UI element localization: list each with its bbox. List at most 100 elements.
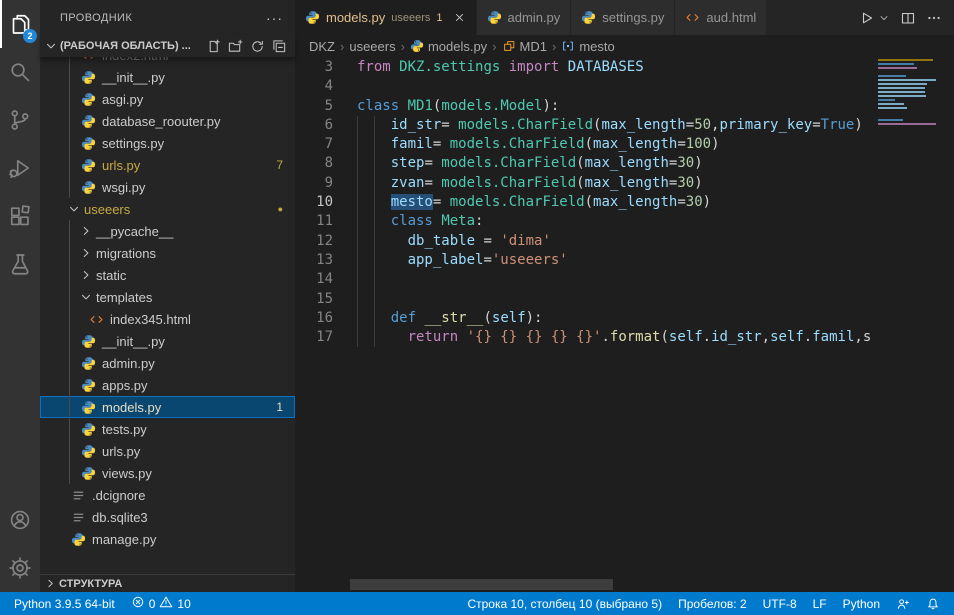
tree-folder-__pycache__[interactable]: __pycache__ (40, 220, 295, 242)
breadcrumb-item-DKZ[interactable]: DKZ (309, 39, 335, 54)
language-mode-status[interactable]: Python (837, 592, 886, 615)
problems-status[interactable]: 0 10 (125, 592, 197, 615)
extensions-icon (8, 204, 32, 228)
tree-item-urls.py[interactable]: urls.py (40, 440, 295, 462)
tree-item-label: apps.py (102, 378, 148, 393)
close-icon[interactable] (453, 11, 466, 24)
split-editor-button[interactable] (900, 10, 916, 26)
tab-aud.html[interactable]: aud.html (675, 0, 767, 35)
breadcrumb-separator: › (338, 39, 346, 54)
activity-bar-explorer[interactable]: 2 (0, 0, 40, 48)
code-text: from DKZ.settings import DATABASES (357, 58, 644, 77)
problems-count-badge: 7 (276, 158, 283, 172)
code-line-3[interactable]: 3from DKZ.settings import DATABASES (295, 58, 954, 77)
code-line-13[interactable]: 13 app_label='useeers' (295, 251, 954, 270)
workspace-label: (РАБОЧАЯ ОБЛАСТЬ) ... (60, 40, 206, 52)
new-folder-button[interactable] (228, 39, 243, 54)
code-line-4[interactable]: 4 (295, 77, 954, 96)
tab-admin.py[interactable]: admin.py (477, 0, 572, 35)
code-line-6[interactable]: 6 id_str= models.CharField(max_length=50… (295, 116, 954, 135)
horizontal-scrollbar[interactable] (350, 579, 613, 590)
notifications-bell-icon[interactable] (920, 592, 946, 615)
encoding-status[interactable]: UTF-8 (757, 592, 803, 615)
indent-guide (357, 116, 358, 135)
tree-item-wsgi.py[interactable]: wsgi.py (40, 176, 295, 198)
collapse-folders-button[interactable] (272, 39, 287, 54)
cursor-position-status[interactable]: Строка 10, столбец 10 (выбрано 5) (461, 592, 668, 615)
activity-bar-extensions[interactable] (0, 192, 40, 240)
code-line-10[interactable]: 10 mesto= models.CharField(max_length=30… (295, 193, 954, 212)
indent-guide (357, 270, 358, 289)
run-button[interactable] (858, 10, 874, 26)
code-text: db_table = 'dima' (357, 232, 551, 251)
activity-bar-search[interactable] (0, 48, 40, 96)
indentation-status[interactable]: Пробелов: 2 (672, 592, 753, 615)
feedback-icon[interactable] (890, 592, 916, 615)
code-line-15[interactable]: 15 (295, 290, 954, 309)
tab-settings.py[interactable]: settings.py (571, 0, 675, 35)
tree-item-apps.py[interactable]: apps.py (40, 374, 295, 396)
tree-item-__init__.py[interactable]: __init__.py (40, 330, 295, 352)
tab-description: useeers (391, 12, 430, 24)
tree-item-admin.py[interactable]: admin.py (40, 352, 295, 374)
code-line-17[interactable]: 17 return '{} {} {} {} {}'.format(self.i… (295, 328, 954, 347)
tree-item-.dcignore[interactable]: .dcignore (40, 484, 295, 506)
python-file-icon (80, 157, 96, 173)
code-line-5[interactable]: 5class MD1(models.Model): (295, 97, 954, 116)
tree-item-asgi.py[interactable]: asgi.py (40, 88, 295, 110)
tree-item-db.sqlite3[interactable]: db.sqlite3 (40, 506, 295, 528)
code-line-9[interactable]: 9 zvan= models.CharField(max_length=30) (295, 174, 954, 193)
tree-item-label: tests.py (102, 422, 147, 437)
line-number: 5 (295, 97, 333, 116)
activity-bar-source-control[interactable] (0, 96, 40, 144)
tree-item-models.py[interactable]: models.py1 (40, 396, 295, 418)
code-line-11[interactable]: 11 class Meta: (295, 212, 954, 231)
breadcrumb-item-mesto[interactable]: mesto (561, 39, 614, 54)
new-file-button[interactable] (206, 39, 221, 54)
tree-item-index2.html[interactable]: index2.html (40, 57, 295, 66)
explorer-more-actions-button[interactable]: ··· (266, 10, 283, 26)
eol-status[interactable]: LF (807, 592, 833, 615)
tree-folder-templates[interactable]: templates (40, 286, 295, 308)
python-interpreter-status[interactable]: Python 3.9.5 64-bit (8, 592, 121, 615)
tree-item-settings.py[interactable]: settings.py (40, 132, 295, 154)
tree-item-database_roouter.py[interactable]: database_roouter.py (40, 110, 295, 132)
tree-folder-useeers[interactable]: useeers● (40, 198, 295, 220)
line-number: 8 (295, 154, 333, 173)
tree-item-manage.py[interactable]: manage.py (40, 528, 295, 550)
tree-item-index345.html[interactable]: index345.html (40, 308, 295, 330)
python-file-icon (80, 421, 96, 437)
breadcrumb-item-MD1[interactable]: MD1 (502, 39, 547, 54)
code-line-16[interactable]: 16 def __str__(self): (295, 309, 954, 328)
tree-item-__init__.py[interactable]: __init__.py (40, 66, 295, 88)
breadcrumb-label: MD1 (520, 39, 547, 54)
tree-folder-migrations[interactable]: migrations (40, 242, 295, 264)
tree-item-urls.py[interactable]: urls.py7 (40, 154, 295, 176)
tree-item-tests.py[interactable]: tests.py (40, 418, 295, 440)
activity-bar-testing[interactable] (0, 240, 40, 288)
outline-section-header[interactable]: СТРУКТУРА (40, 574, 295, 592)
tab-models.py[interactable]: models.pyuseeers1 (295, 0, 477, 35)
code-editor[interactable]: 3from DKZ.settings import DATABASES45cla… (295, 57, 954, 592)
tree-item-label: asgi.py (102, 92, 143, 107)
activity-bar-run-debug[interactable] (0, 144, 40, 192)
breadcrumb-separator: › (399, 39, 407, 54)
workspace-section-header[interactable]: (РАБОЧАЯ ОБЛАСТЬ) ... (40, 35, 295, 57)
indent-guide (357, 174, 358, 193)
code-line-14[interactable]: 14 (295, 270, 954, 289)
breadcrumb-item-useeers[interactable]: useeers (349, 39, 395, 54)
more-actions-button[interactable] (926, 10, 942, 26)
code-line-8[interactable]: 8 step= models.CharField(max_length=30) (295, 154, 954, 173)
tree-folder-static[interactable]: static (40, 264, 295, 286)
minimap[interactable] (875, 57, 940, 592)
tree-item-views.py[interactable]: views.py (40, 462, 295, 484)
activity-bar-account[interactable] (0, 496, 40, 544)
breadcrumb-item-models.py[interactable]: models.py (410, 39, 487, 54)
activity-bar-settings[interactable] (0, 544, 40, 592)
run-dropdown-button[interactable] (878, 12, 890, 24)
code-line-7[interactable]: 7 famil= models.CharField(max_length=100… (295, 135, 954, 154)
code-line-12[interactable]: 12 db_table = 'dima' (295, 232, 954, 251)
html-file-icon (88, 311, 104, 327)
tree-item-label: wsgi.py (102, 180, 145, 195)
refresh-explorer-button[interactable] (250, 39, 265, 54)
